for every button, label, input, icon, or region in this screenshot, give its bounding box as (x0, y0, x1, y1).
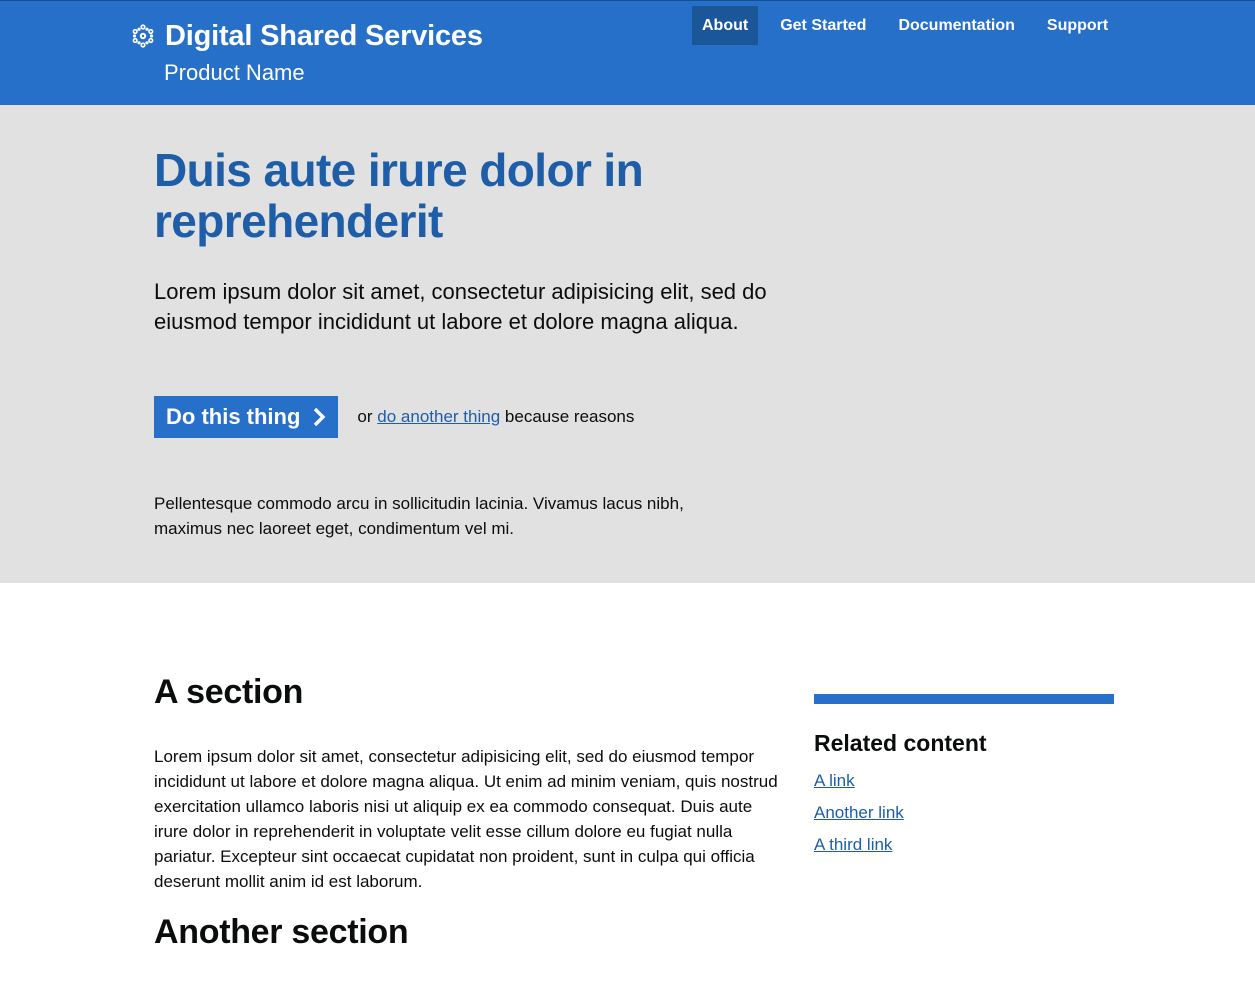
product-name: Product Name (164, 60, 305, 85)
related-link[interactable]: A link (814, 765, 1114, 797)
cta-button-label: Do this thing (166, 404, 301, 429)
do-another-thing-link[interactable]: do another thing (377, 407, 500, 426)
related-content: Related content A link Another link A th… (814, 694, 1114, 861)
snowflake-crest-icon (132, 24, 154, 48)
alternative-suffix: because reasons (504, 407, 635, 426)
hero-banner: Duis aute irure dolor in reprehenderit L… (0, 105, 1255, 583)
main-navigation: About Get Started Documentation Support (692, 6, 1130, 45)
nav-item-support[interactable]: Support (1037, 6, 1118, 45)
do-this-thing-button[interactable]: Do this thing (154, 396, 339, 438)
related-content-title: Related content (814, 730, 987, 756)
nav-item-documentation[interactable]: Documentation (888, 6, 1024, 45)
nav-item-get-started[interactable]: Get Started (770, 6, 876, 45)
logo[interactable]: Digital Shared Services (130, 19, 483, 53)
call-to-action-row: Do this thing or do another thing becaus… (154, 396, 634, 438)
service-name[interactable]: Digital Shared Services (165, 19, 483, 53)
section-body: Lorem ipsum dolor sit amet, consectetur … (154, 747, 778, 891)
alternative-prefix: or (357, 407, 373, 426)
related-content-bar (814, 694, 1114, 704)
hero-title: Duis aute irure dolor in reprehenderit (154, 144, 644, 247)
main-content: A section Lorem ipsum dolor sit amet, co… (0, 583, 1255, 988)
related-link[interactable]: Another link (814, 797, 1114, 829)
chevron-right-icon (314, 407, 326, 427)
alternative-action-text: or do another thing because reasons (357, 407, 634, 427)
section-heading-another: Another section (154, 913, 409, 951)
related-link[interactable]: A third link (814, 829, 1114, 861)
hero-lede: Lorem ipsum dolor sit amet, consectetur … (154, 279, 767, 334)
hero-note: Pellentesque commodo arcu in sollicitudi… (154, 494, 684, 538)
section-heading: A section (154, 673, 304, 711)
nav-item-about[interactable]: About (692, 6, 759, 45)
site-header: Digital Shared Services Product Name Abo… (0, 0, 1255, 105)
